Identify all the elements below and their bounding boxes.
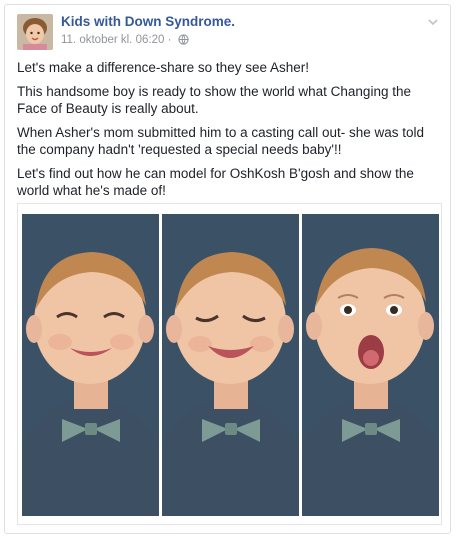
post-card: Kids with Down Syndrome. 11. oktober kl.… — [4, 4, 451, 534]
meta-separator: · — [167, 34, 172, 46]
page-name-link[interactable]: Kids with Down Syndrome. — [61, 14, 235, 29]
page-avatar[interactable] — [17, 14, 53, 50]
post-photo[interactable] — [17, 203, 442, 525]
post-paragraph: Let's find out how he can model for OshK… — [17, 165, 414, 199]
chevron-down-icon[interactable] — [426, 15, 440, 29]
post-timestamp[interactable]: 11. oktober kl. 06:20 — [61, 34, 164, 46]
post-paragraph: When Asher's mom submitted him to a cast… — [17, 124, 425, 158]
photo-panel-laugh — [162, 214, 299, 516]
post-text: Let's make a difference-share so they se… — [17, 59, 442, 206]
post-paragraph: This handsome boy is ready to show the w… — [17, 83, 411, 117]
photo-panel-smile — [22, 214, 159, 516]
photo-panel-surprise — [302, 214, 439, 516]
post-paragraph: Let's make a difference-share so they se… — [17, 60, 309, 75]
globe-icon — [177, 34, 189, 48]
post-meta: 11. oktober kl. 06:20 · — [61, 34, 189, 48]
